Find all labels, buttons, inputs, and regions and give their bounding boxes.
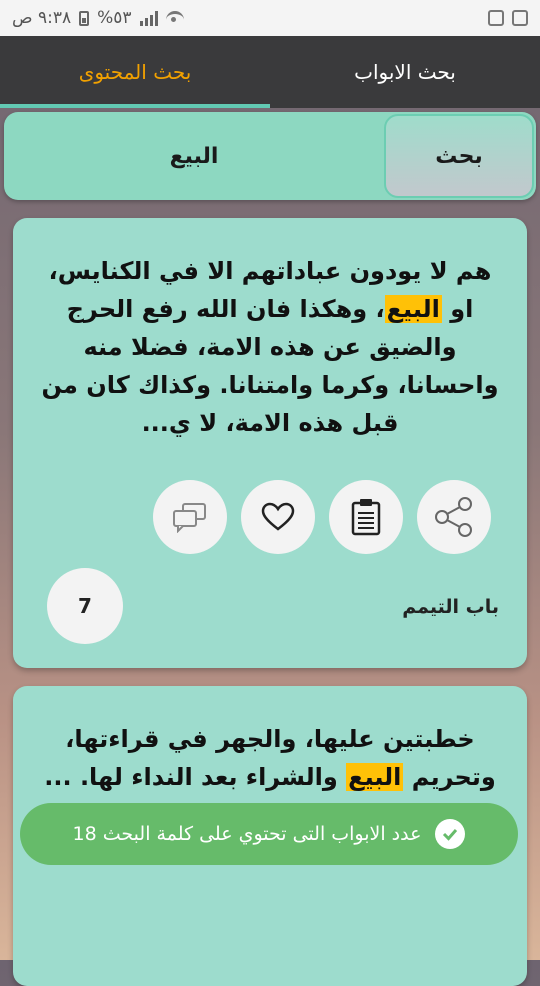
result-card[interactable]: هم لا يودون عباداتهم الا في الكنايس، او …	[13, 218, 527, 668]
comments-icon	[173, 503, 206, 533]
share-button[interactable]	[417, 480, 491, 554]
status-bar-right	[488, 10, 528, 26]
battery-icon	[79, 10, 90, 26]
signal-icon	[139, 10, 158, 26]
copy-button[interactable]	[329, 480, 403, 554]
result-text: هم لا يودون عباداتهم الا في الكنايس، او …	[41, 252, 499, 442]
status-bar-left: ٩:٣٨ ص %٥٣	[12, 8, 184, 28]
search-highlight: البيع	[346, 763, 404, 791]
toast-message: عدد الابواب التى تحتوي على كلمة البحث 18	[72, 823, 422, 845]
clock: ٩:٣٨ ص	[12, 8, 72, 28]
battery-percent: %٥٣	[97, 8, 132, 28]
status-bar: ٩:٣٨ ص %٥٣	[0, 0, 540, 36]
wifi-icon	[165, 11, 184, 25]
check-icon	[435, 819, 466, 849]
search-input[interactable]: البيع	[4, 112, 384, 200]
tab-search-chapters[interactable]: بحث الابواب	[270, 36, 540, 108]
search-highlight: البيع	[384, 295, 442, 323]
result-count-toast: عدد الابواب التى تحتوي على كلمة البحث 18	[20, 803, 518, 865]
heart-icon	[261, 502, 295, 531]
search-button[interactable]: بحث	[384, 114, 534, 198]
tab-bar: بحث المحتوى بحث الابواب	[0, 36, 540, 108]
comments-button[interactable]	[153, 480, 227, 554]
clipboard-icon	[351, 499, 381, 536]
tab-search-content[interactable]: بحث المحتوى	[0, 36, 270, 108]
image-notification-icon	[512, 10, 528, 26]
favorite-button[interactable]	[241, 480, 315, 554]
occurrence-count: 7	[47, 568, 123, 644]
chapter-name[interactable]: باب التيمم	[402, 596, 499, 618]
share-icon	[435, 497, 472, 537]
result-actions	[153, 480, 491, 554]
clock-notification-icon	[488, 10, 504, 26]
search-bar: البيع بحث	[4, 112, 536, 200]
